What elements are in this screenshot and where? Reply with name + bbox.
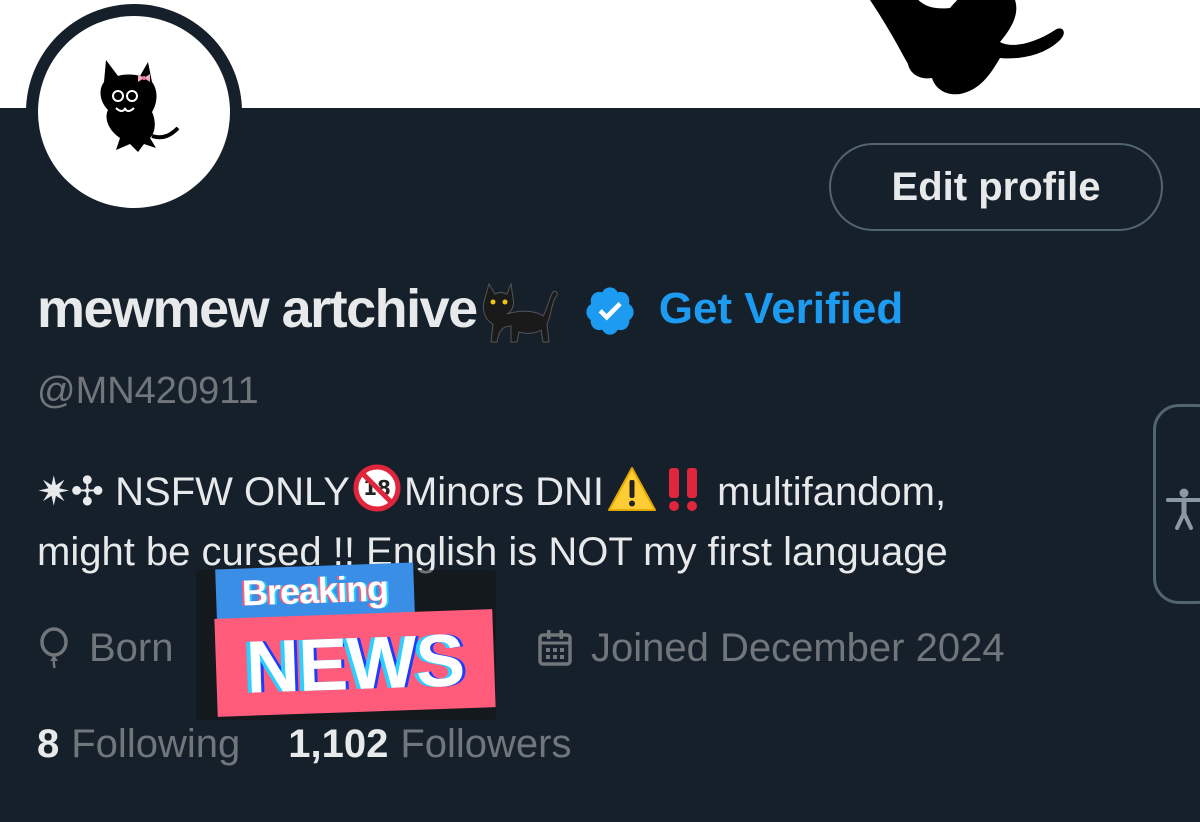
profile-name-row: mewmew artchive Get Verified [37, 276, 904, 343]
accessibility-tab[interactable] [1153, 404, 1200, 604]
double-exclamation-icon [669, 468, 697, 511]
bio-text-middle: Minors DNI [403, 470, 604, 514]
breaking-news-sticker: Breaking NEWS [196, 560, 501, 720]
follow-stats: 8 Following 1,102 Followers [37, 716, 571, 772]
following-count: 8 [37, 721, 60, 766]
get-verified-link[interactable]: Get Verified [659, 284, 904, 334]
profile-handle: @MN420911 [37, 370, 259, 412]
black-cat-emoji-icon [482, 282, 558, 343]
followers-label: Followers [400, 721, 572, 766]
black-cat-avatar-icon [100, 60, 180, 152]
bio-text-prefix: ✷✣ NSFW ONLY [37, 470, 350, 514]
bio-text-suffix: multifandom, [717, 470, 947, 514]
birthday-text: Born [89, 625, 174, 670]
profile-meta: Born Joined December 2024 [37, 620, 1005, 676]
bio-line-1: ✷✣ NSFW ONLY18Minors DNI multifandom, [37, 462, 1147, 522]
following-link[interactable]: 8 Following [37, 722, 240, 767]
followers-count: 1,102 [288, 721, 389, 766]
sticker-news-label: NEWS [214, 609, 496, 717]
followers-link[interactable]: 1,102 Followers [288, 722, 571, 767]
edit-profile-button[interactable]: Edit profile [829, 143, 1163, 231]
verified-badge-icon[interactable] [583, 284, 637, 338]
balloon-icon [40, 627, 68, 669]
calendar-icon [538, 630, 572, 666]
joined-item: Joined December 2024 [537, 626, 1005, 671]
following-label: Following [71, 721, 241, 766]
black-cat-silhouette-icon [870, 0, 1064, 95]
warning-icon [608, 467, 656, 511]
accessibility-icon [1166, 488, 1200, 530]
no-under-18-icon: 18 [353, 464, 401, 512]
sticker-breaking-label: Breaking [215, 562, 415, 620]
joined-date: Joined December 2024 [591, 625, 1005, 670]
display-name: mewmew artchive [37, 279, 478, 339]
avatar[interactable] [26, 4, 242, 220]
